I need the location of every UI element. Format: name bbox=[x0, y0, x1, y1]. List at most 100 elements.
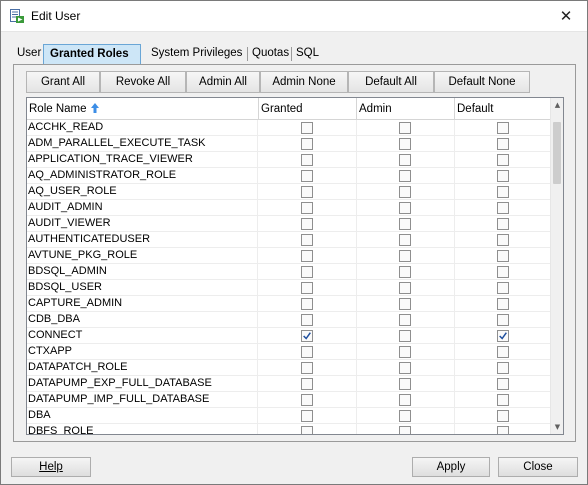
default-checkbox[interactable] bbox=[497, 298, 509, 310]
default-checkbox[interactable] bbox=[497, 394, 509, 406]
granted-checkbox[interactable] bbox=[301, 410, 313, 422]
column-header-default[interactable]: Default bbox=[455, 98, 551, 120]
admin-checkbox[interactable] bbox=[399, 202, 411, 214]
default-checkbox[interactable] bbox=[497, 202, 509, 214]
table-row[interactable]: DATAPUMP_EXP_FULL_DATABASE bbox=[27, 376, 551, 392]
admin-checkbox[interactable] bbox=[399, 138, 411, 150]
granted-checkbox[interactable] bbox=[301, 154, 313, 166]
table-row[interactable]: ACCHK_READ bbox=[27, 120, 551, 136]
table-row[interactable]: CONNECT bbox=[27, 328, 551, 344]
default-checkbox[interactable] bbox=[497, 138, 509, 150]
tab-user[interactable]: User bbox=[13, 44, 45, 64]
vertical-scrollbar[interactable]: ▲ ▼ bbox=[550, 98, 563, 434]
table-row[interactable]: CDB_DBA bbox=[27, 312, 551, 328]
admin-checkbox[interactable] bbox=[399, 298, 411, 310]
admin-checkbox[interactable] bbox=[399, 282, 411, 294]
admin-checkbox[interactable] bbox=[399, 330, 411, 342]
table-row[interactable]: DATAPUMP_IMP_FULL_DATABASE bbox=[27, 392, 551, 408]
granted-checkbox[interactable] bbox=[301, 122, 313, 134]
tab-granted-roles[interactable]: Granted Roles bbox=[43, 44, 141, 64]
admin-checkbox[interactable] bbox=[399, 234, 411, 246]
granted-checkbox[interactable] bbox=[301, 138, 313, 150]
table-row[interactable]: AUDIT_VIEWER bbox=[27, 216, 551, 232]
default-checkbox[interactable] bbox=[497, 410, 509, 422]
default-checkbox[interactable] bbox=[497, 266, 509, 278]
scroll-down-icon[interactable]: ▼ bbox=[551, 420, 563, 434]
granted-checkbox[interactable] bbox=[301, 186, 313, 198]
granted-checkbox[interactable] bbox=[301, 378, 313, 390]
granted-checkbox[interactable] bbox=[301, 250, 313, 262]
granted-checkbox[interactable] bbox=[301, 282, 313, 294]
admin-checkbox[interactable] bbox=[399, 378, 411, 390]
admin-checkbox[interactable] bbox=[399, 362, 411, 374]
admin-checkbox[interactable] bbox=[399, 250, 411, 262]
tab-sql[interactable]: SQL bbox=[292, 44, 323, 64]
table-row[interactable]: DBFS_ROLE bbox=[27, 424, 551, 434]
admin-checkbox[interactable] bbox=[399, 122, 411, 134]
tab-quotas[interactable]: Quotas bbox=[248, 44, 293, 64]
table-row[interactable]: AUDIT_ADMIN bbox=[27, 200, 551, 216]
table-row[interactable]: BDSQL_ADMIN bbox=[27, 264, 551, 280]
granted-checkbox[interactable] bbox=[301, 266, 313, 278]
granted-checkbox[interactable] bbox=[301, 362, 313, 374]
granted-checkbox[interactable] bbox=[301, 298, 313, 310]
default-checkbox[interactable] bbox=[497, 250, 509, 262]
default-checkbox[interactable] bbox=[497, 314, 509, 326]
table-row[interactable]: ADM_PARALLEL_EXECUTE_TASK bbox=[27, 136, 551, 152]
default-checkbox[interactable] bbox=[497, 186, 509, 198]
admin-checkbox[interactable] bbox=[399, 170, 411, 182]
default-checkbox[interactable] bbox=[497, 426, 509, 434]
granted-checkbox[interactable] bbox=[301, 346, 313, 358]
granted-checkbox[interactable] bbox=[301, 218, 313, 230]
column-header-granted[interactable]: Granted bbox=[259, 98, 357, 120]
close-window-icon[interactable]: ✕ bbox=[545, 1, 587, 31]
admin-checkbox[interactable] bbox=[399, 410, 411, 422]
granted-checkbox[interactable] bbox=[301, 426, 313, 434]
admin-checkbox[interactable] bbox=[399, 394, 411, 406]
default-checkbox[interactable] bbox=[497, 122, 509, 134]
scrollbar-thumb[interactable] bbox=[553, 122, 561, 184]
admin-all-button[interactable]: Admin All bbox=[186, 71, 260, 93]
default-checkbox[interactable] bbox=[497, 362, 509, 374]
granted-checkbox[interactable] bbox=[301, 202, 313, 214]
admin-checkbox[interactable] bbox=[399, 218, 411, 230]
default-none-button[interactable]: Default None bbox=[434, 71, 530, 93]
table-row[interactable]: DBA bbox=[27, 408, 551, 424]
table-row[interactable]: AQ_USER_ROLE bbox=[27, 184, 551, 200]
table-row[interactable]: AUTHENTICATEDUSER bbox=[27, 232, 551, 248]
default-checkbox[interactable] bbox=[497, 170, 509, 182]
admin-checkbox[interactable] bbox=[399, 314, 411, 326]
default-checkbox[interactable] bbox=[497, 330, 509, 342]
granted-checkbox[interactable] bbox=[301, 330, 313, 342]
admin-checkbox[interactable] bbox=[399, 346, 411, 358]
admin-checkbox[interactable] bbox=[399, 154, 411, 166]
admin-none-button[interactable]: Admin None bbox=[260, 71, 348, 93]
admin-checkbox[interactable] bbox=[399, 266, 411, 278]
table-row[interactable]: CAPTURE_ADMIN bbox=[27, 296, 551, 312]
close-button[interactable]: Close bbox=[498, 457, 578, 477]
table-row[interactable]: CTXAPP bbox=[27, 344, 551, 360]
default-checkbox[interactable] bbox=[497, 282, 509, 294]
table-row[interactable]: APPLICATION_TRACE_VIEWER bbox=[27, 152, 551, 168]
apply-button[interactable]: Apply bbox=[412, 457, 490, 477]
default-checkbox[interactable] bbox=[497, 218, 509, 230]
granted-checkbox[interactable] bbox=[301, 170, 313, 182]
table-row[interactable]: AVTUNE_PKG_ROLE bbox=[27, 248, 551, 264]
help-button[interactable]: Help bbox=[11, 457, 91, 477]
tab-system-privileges[interactable]: System Privileges bbox=[147, 44, 246, 64]
scroll-up-icon[interactable]: ▲ bbox=[551, 98, 563, 112]
sort-ascending-icon[interactable] bbox=[90, 102, 100, 114]
default-all-button[interactable]: Default All bbox=[348, 71, 434, 93]
admin-checkbox[interactable] bbox=[399, 186, 411, 198]
admin-checkbox[interactable] bbox=[399, 426, 411, 434]
default-checkbox[interactable] bbox=[497, 346, 509, 358]
grant-all-button[interactable]: Grant All bbox=[26, 71, 100, 93]
default-checkbox[interactable] bbox=[497, 234, 509, 246]
revoke-all-button[interactable]: Revoke All bbox=[100, 71, 186, 93]
default-checkbox[interactable] bbox=[497, 378, 509, 390]
granted-checkbox[interactable] bbox=[301, 394, 313, 406]
column-header-role-name[interactable]: Role Name bbox=[27, 98, 259, 120]
granted-checkbox[interactable] bbox=[301, 234, 313, 246]
column-header-admin[interactable]: Admin bbox=[357, 98, 455, 120]
granted-checkbox[interactable] bbox=[301, 314, 313, 326]
